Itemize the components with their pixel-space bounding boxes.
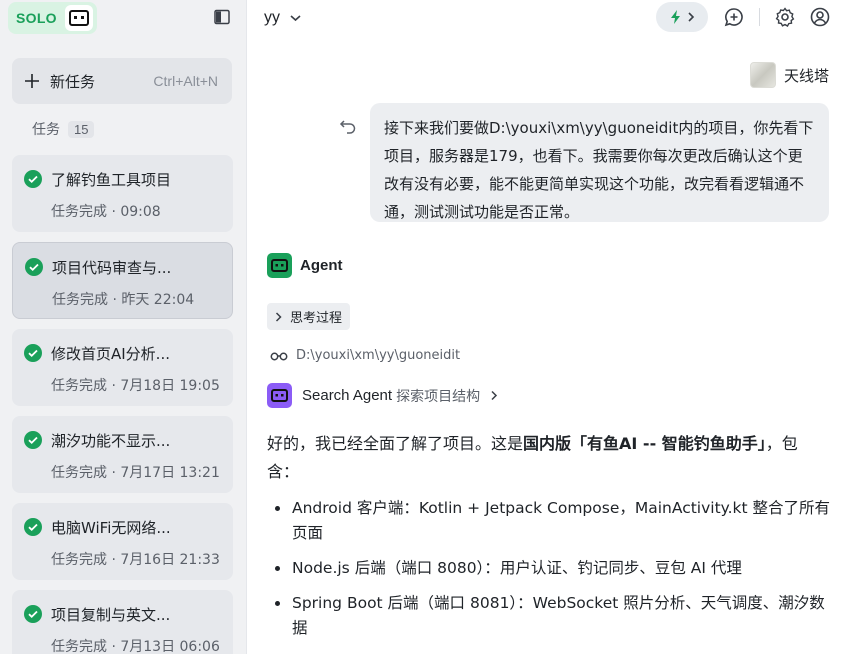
- search-agent-desc: 探索项目结构: [396, 388, 481, 405]
- check-circle-icon: [24, 518, 42, 536]
- reply-text: 好的，我已经全面了解了项目。这是: [267, 434, 524, 453]
- robot-logo-icon: [267, 253, 292, 278]
- workspace-name: yy: [264, 9, 280, 26]
- robot-logo-icon: [64, 5, 93, 31]
- task-item[interactable]: 项目复制与英文... 任务完成 · 7月13日 06:06: [12, 590, 233, 654]
- user-name: 天线塔: [783, 66, 829, 85]
- task-meta: 任务完成 · 7月13日 06:06: [51, 639, 220, 654]
- task-title: 电脑WiFi无网络...: [51, 519, 171, 537]
- list-item: Node.js 后端（端口 8080）：用户认证、钓记同步、豆包 AI 代理: [267, 556, 832, 581]
- new-task-shortcut: Ctrl+Alt+N: [153, 73, 218, 89]
- list-item: Spring Boot 后端（端口 8081）：WebSocket 照片分析、天…: [267, 591, 832, 641]
- task-title: 了解钓鱼工具项目: [51, 171, 172, 189]
- task-item[interactable]: 修改首页AI分析... 任务完成 · 7月18日 19:05: [12, 329, 233, 406]
- mode-toggle-button[interactable]: [656, 2, 708, 32]
- new-task-button[interactable]: 新任务 Ctrl+Alt+N: [12, 58, 232, 104]
- check-circle-icon: [25, 258, 43, 276]
- task-meta: 任务完成 · 7月17日 13:21: [51, 465, 220, 481]
- task-title: 修改首页AI分析...: [51, 345, 170, 363]
- new-task-label: 新任务: [50, 72, 96, 91]
- task-item[interactable]: 电脑WiFi无网络... 任务完成 · 7月16日 21:33: [12, 503, 233, 580]
- user-header: 天线塔: [749, 62, 829, 88]
- lightning-icon: [671, 10, 680, 24]
- check-circle-icon: [24, 605, 42, 623]
- undo-icon[interactable]: [339, 117, 357, 135]
- viewed-path-text: D:\youxi\xm\yy\guoneidit: [296, 348, 461, 363]
- chevron-right-icon: [491, 390, 498, 401]
- tasks-header: 任务 15: [32, 119, 95, 139]
- sidebar: SOLO 新任务 Ctrl+Alt+N 任务 15 了解钓鱼工具项目 任务完成 …: [0, 0, 247, 654]
- gear-icon[interactable]: [775, 7, 795, 27]
- panel-toggle-icon[interactable]: [214, 9, 230, 25]
- chevron-right-icon: [688, 12, 695, 22]
- chat-add-icon[interactable]: [724, 7, 744, 27]
- thinking-process-toggle[interactable]: 思考过程: [267, 303, 351, 330]
- chevron-down-icon: [290, 15, 301, 22]
- viewed-path: D:\youxi\xm\yy\guoneidit: [270, 348, 460, 363]
- agent-name: Agent: [300, 257, 343, 274]
- solo-badge[interactable]: SOLO: [8, 2, 97, 34]
- task-item-active[interactable]: 项目代码审查与... 任务完成 · 昨天 22:04: [12, 242, 233, 319]
- task-meta: 任务完成 · 7月18日 19:05: [51, 378, 220, 394]
- agent-reply: 好的，我已经全面了解了项目。这是国内版「有鱼AI -- 智能钓鱼助手」，包含：: [267, 430, 829, 486]
- check-circle-icon: [24, 170, 42, 188]
- search-agent-icon: [267, 383, 292, 408]
- user-circle-icon[interactable]: [810, 7, 830, 27]
- list-item: Android 客户端：Kotlin + Jetpack Compose，Mai…: [267, 496, 832, 546]
- task-meta: 任务完成 · 昨天 22:04: [52, 292, 195, 308]
- task-item[interactable]: 潮汐功能不显示... 任务完成 · 7月17日 13:21: [12, 416, 233, 493]
- task-meta: 任务完成 · 09:08: [51, 204, 161, 220]
- task-title: 潮汐功能不显示...: [51, 432, 171, 450]
- reply-bullet-list: Android 客户端：Kotlin + Jetpack Compose，Mai…: [267, 496, 832, 651]
- tasks-count-badge: 15: [68, 120, 95, 138]
- task-meta: 任务完成 · 7月16日 21:33: [51, 552, 220, 568]
- reply-project-name: 国内版「有鱼AI -- 智能钓鱼助手」: [523, 434, 766, 453]
- glasses-icon: [270, 352, 288, 360]
- user-message-bubble: 接下来我们要做D:\youxi\xm\yy\guoneidit内的项目，你先看下…: [370, 103, 829, 222]
- thinking-process-label: 思考过程: [290, 311, 343, 326]
- agent-header: Agent: [267, 253, 343, 278]
- task-item[interactable]: 了解钓鱼工具项目 任务完成 · 09:08: [12, 155, 233, 232]
- workspace-selector[interactable]: yy: [264, 9, 301, 27]
- check-circle-icon: [24, 431, 42, 449]
- check-circle-icon: [24, 344, 42, 362]
- task-title: 项目代码审查与...: [52, 259, 172, 277]
- avatar: [749, 62, 776, 88]
- tasks-header-label: 任务: [32, 122, 60, 138]
- toolbar-divider: [759, 8, 760, 26]
- search-agent-step[interactable]: Search Agent 探索项目结构: [267, 383, 498, 408]
- brand-label: SOLO: [16, 10, 57, 26]
- task-title: 项目复制与英文...: [51, 606, 171, 624]
- chevron-right-icon: [275, 311, 282, 322]
- search-agent-label: Search Agent: [302, 387, 393, 404]
- plus-icon: [25, 74, 39, 88]
